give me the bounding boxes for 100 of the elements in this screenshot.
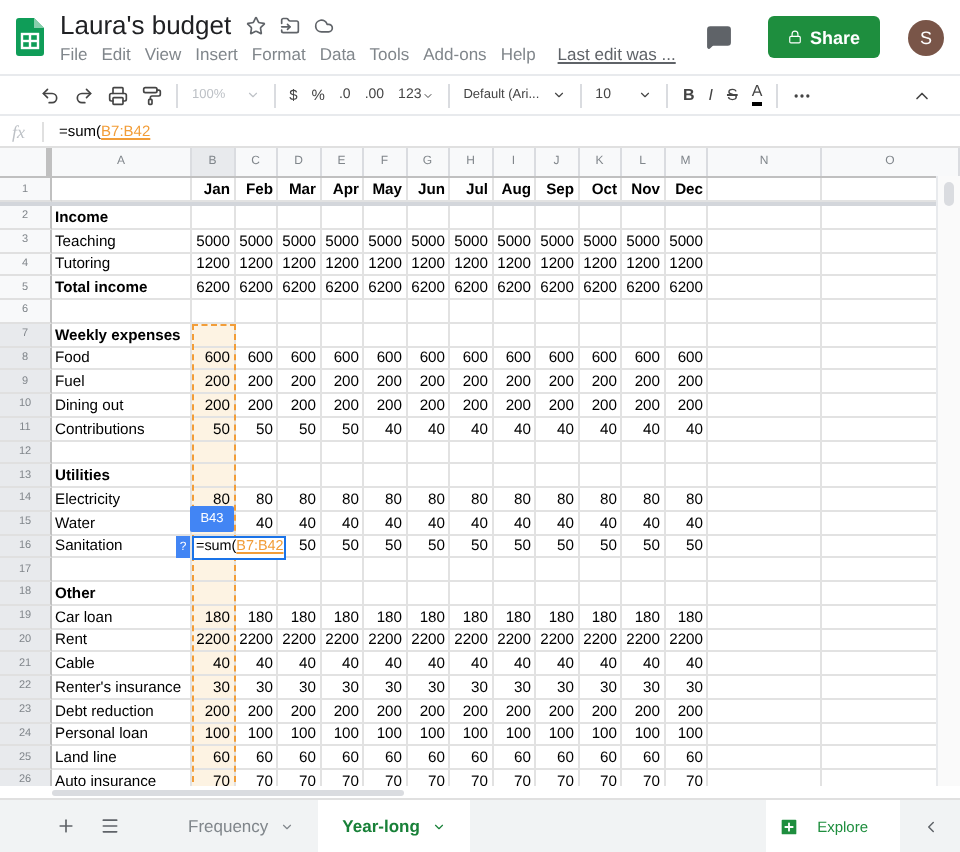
empty-cell: [192, 206, 235, 230]
menu-item[interactable]: Data: [319, 44, 356, 64]
sheet-tab[interactable]: Frequency: [164, 800, 319, 852]
empty-cell: [493, 206, 536, 230]
folder-icon[interactable]: [279, 15, 300, 35]
empty-cell: [493, 464, 536, 488]
empty-cell: [450, 206, 493, 230]
paint-format-icon[interactable]: [142, 85, 162, 105]
empty-cell: [450, 441, 493, 465]
empty-cell: [622, 300, 665, 324]
empty-cell: [536, 323, 579, 347]
empty-cell: [493, 323, 536, 347]
empty-cell: [579, 206, 622, 230]
print-icon[interactable]: [108, 85, 128, 105]
empty-cell: [665, 300, 708, 324]
empty-cell: [622, 441, 665, 465]
empty-cell: [192, 300, 235, 324]
menu-item[interactable]: Add-ons: [423, 44, 487, 64]
empty-cell: [493, 558, 536, 582]
plus-icon: [56, 816, 76, 836]
redo-icon[interactable]: [74, 85, 94, 105]
empty-cell: [708, 629, 822, 653]
menu-item[interactable]: Insert: [195, 44, 238, 64]
empty-cell: [493, 300, 536, 324]
empty-cell: [536, 206, 579, 230]
empty-cell: [665, 441, 708, 465]
menu-item[interactable]: View: [144, 44, 182, 64]
empty-cell: [450, 558, 493, 582]
empty-cell: [493, 582, 536, 606]
strikethrough-button[interactable]: S: [726, 86, 738, 104]
document-title[interactable]: Laura's budget: [60, 10, 232, 40]
menu-item[interactable]: Edit: [101, 44, 131, 64]
caret-icon: [638, 88, 653, 102]
caret-icon: [245, 88, 260, 102]
empty-cell: [407, 582, 450, 606]
list-icon: [100, 816, 120, 836]
empty-cell: [364, 464, 407, 488]
empty-cell: [579, 323, 622, 347]
empty-cell: [665, 323, 708, 347]
empty-cell: [235, 300, 278, 324]
lock-icon: [787, 30, 802, 44]
empty-cell: [321, 441, 364, 465]
text-color-button[interactable]: A: [751, 84, 763, 106]
formula-label: fx: [12, 121, 43, 141]
undo-icon[interactable]: [40, 85, 60, 105]
share-button[interactable]: Share: [767, 16, 880, 58]
empty-cell: [407, 464, 450, 488]
empty-cell: [536, 441, 579, 465]
empty-cell: [708, 723, 822, 747]
empty-cell: [536, 300, 579, 324]
empty-cell: [622, 558, 665, 582]
empty-cell: [278, 582, 321, 606]
empty-cell: [665, 558, 708, 582]
menu-item[interactable]: Format: [251, 44, 306, 64]
empty-cell: [450, 323, 493, 347]
last-edit-link[interactable]: Last edit was ...: [557, 44, 676, 64]
menu-item[interactable]: Tools: [369, 44, 410, 64]
empty-cell: [579, 441, 622, 465]
empty-cell: [364, 300, 407, 324]
empty-cell: [321, 206, 364, 230]
empty-cell: [536, 464, 579, 488]
empty-cell: [665, 206, 708, 230]
empty-cell: [579, 582, 622, 606]
empty-cell: [450, 300, 493, 324]
empty-cell: [665, 464, 708, 488]
empty-cell: [622, 464, 665, 488]
user-avatar[interactable]: S: [908, 19, 944, 55]
empty-cell: [708, 535, 822, 559]
menu-item[interactable]: Help: [500, 44, 536, 64]
empty-cell: [622, 582, 665, 606]
star-icon[interactable]: [245, 15, 266, 35]
empty-cell: [278, 206, 321, 230]
empty-cell: [622, 323, 665, 347]
empty-cell: [407, 323, 450, 347]
empty-cell: [536, 582, 579, 606]
empty-cell: [278, 323, 321, 347]
caret-icon: [280, 819, 295, 833]
caret-icon: [551, 88, 566, 102]
empty-cell: [235, 206, 278, 230]
empty-cell: [407, 558, 450, 582]
empty-cell: [579, 558, 622, 582]
vertical-scrollbar[interactable]: [936, 176, 960, 786]
cloud-icon[interactable]: [313, 15, 334, 35]
sheets-logo-icon[interactable]: [16, 18, 44, 56]
italic-button[interactable]: I: [708, 86, 713, 104]
menu-item[interactable]: File: [60, 44, 88, 64]
empty-cell: [579, 464, 622, 488]
empty-cell: [450, 582, 493, 606]
empty-cell: [278, 441, 321, 465]
bold-button[interactable]: B: [682, 86, 695, 104]
empty-cell: [364, 441, 407, 465]
comment-icon[interactable]: [705, 24, 732, 50]
empty-cell: [708, 347, 822, 371]
caret-icon: [431, 819, 446, 833]
empty-cell: [321, 300, 364, 324]
empty-cell: [321, 558, 364, 582]
empty-cell: [450, 464, 493, 488]
empty-cell: [493, 441, 536, 465]
sheet-tab[interactable]: Year-long: [318, 800, 470, 852]
empty-cell: [278, 464, 321, 488]
